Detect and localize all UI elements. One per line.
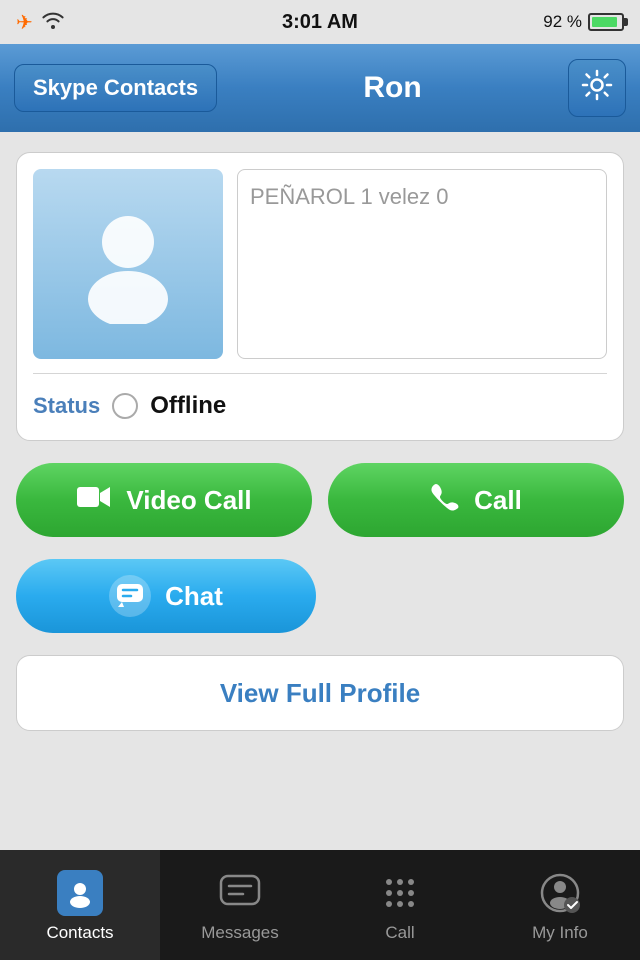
- mood-text: PEÑAROL 1 velez 0: [250, 184, 449, 209]
- profile-right: PEÑAROL 1 velez 0: [237, 169, 607, 359]
- myinfo-icon: [538, 871, 582, 915]
- status-time: 3:01 AM: [282, 11, 358, 34]
- status-right: 92 %: [543, 12, 624, 32]
- chat-icon-wrap: [109, 575, 151, 617]
- avatar: [33, 169, 223, 359]
- divider: [33, 373, 607, 374]
- gear-icon: [580, 68, 614, 109]
- chat-label: Chat: [165, 581, 223, 612]
- skype-contacts-button[interactable]: Skype Contacts: [14, 64, 217, 112]
- status-label: Status: [33, 393, 100, 419]
- chat-button[interactable]: Chat: [16, 559, 316, 633]
- status-row: Status Offline: [33, 388, 607, 424]
- call-label: Call: [474, 485, 522, 516]
- profile-card: PEÑAROL 1 velez 0 Status Offline: [16, 152, 624, 441]
- messages-icon: [219, 874, 261, 912]
- battery-percentage: 92 %: [543, 12, 582, 32]
- wifi-icon: [41, 11, 65, 34]
- profile-top: PEÑAROL 1 velez 0: [33, 169, 607, 359]
- status-bar: ✈ 3:01 AM 92 %: [0, 0, 640, 44]
- avatar-icon: [73, 204, 183, 324]
- contacts-icon: [65, 878, 95, 908]
- myinfo-icon-box: [535, 868, 585, 918]
- call-button[interactable]: Call: [328, 463, 624, 537]
- view-profile-card: View Full Profile: [16, 655, 624, 731]
- status-circle-icon: [112, 393, 138, 419]
- contacts-icon-box: [55, 868, 105, 918]
- mood-text-box: PEÑAROL 1 velez 0: [237, 169, 607, 359]
- call-tab-icon: [381, 874, 419, 912]
- tab-myinfo-label: My Info: [532, 923, 588, 943]
- battery-icon: [588, 13, 624, 31]
- settings-button[interactable]: [568, 59, 626, 117]
- tab-messages-label: Messages: [201, 923, 278, 943]
- contacts-icon-bg: [57, 870, 103, 916]
- action-buttons-row: Video Call Call: [16, 463, 624, 537]
- tab-call-label: Call: [385, 923, 414, 943]
- status-value: Offline: [150, 392, 226, 420]
- main-content: PEÑAROL 1 velez 0 Status Offline Video C…: [0, 132, 640, 751]
- nav-title: Ron: [217, 71, 568, 105]
- tab-contacts[interactable]: Contacts: [0, 850, 160, 960]
- call-icon-box: [375, 868, 425, 918]
- nav-header: Skype Contacts Ron: [0, 44, 640, 132]
- video-icon: [76, 484, 112, 517]
- tab-messages[interactable]: Messages: [160, 850, 320, 960]
- view-full-profile-button[interactable]: View Full Profile: [17, 656, 623, 730]
- phone-icon: [430, 482, 460, 519]
- messages-icon-box: [215, 868, 265, 918]
- video-call-label: Video Call: [126, 485, 251, 516]
- status-left-icons: ✈: [16, 10, 65, 35]
- chat-row: Chat: [16, 559, 624, 633]
- tab-myinfo[interactable]: My Info: [480, 850, 640, 960]
- video-call-button[interactable]: Video Call: [16, 463, 312, 537]
- airplane-icon: ✈: [16, 10, 33, 35]
- tab-bar: Contacts Messages: [0, 850, 640, 960]
- chat-icon: [116, 583, 144, 609]
- tab-call[interactable]: Call: [320, 850, 480, 960]
- tab-contacts-label: Contacts: [46, 923, 113, 943]
